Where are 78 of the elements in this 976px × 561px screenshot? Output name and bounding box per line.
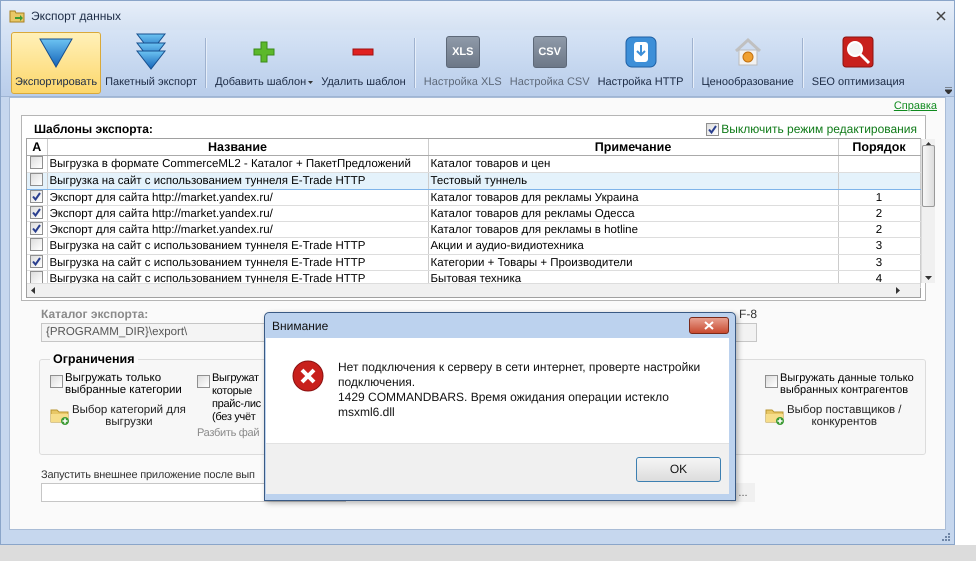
scrollbar-thumb[interactable] (922, 145, 934, 207)
help-link[interactable]: Справка (894, 100, 937, 112)
toolbar-button[interactable]: Добавить шаблон (211, 32, 318, 94)
magnifier-icon (842, 36, 874, 68)
table-cell: 3 (838, 254, 920, 270)
table-cell: Акции и аудио-видиотехника (428, 238, 838, 254)
table-cell: Категории + Товары + Производители (428, 254, 838, 270)
table-cell: 2 (838, 206, 920, 222)
toolbar-button[interactable]: Пакетный экспорт (101, 32, 202, 94)
close-icon (704, 321, 714, 330)
toolbar-button[interactable]: Настройка HTTP (594, 32, 688, 94)
close-icon[interactable] (936, 10, 946, 20)
checkbox[interactable] (30, 190, 44, 203)
error-message: Нет подключения к серверу в сети интернет, проверте настройки подключения. 1429 COMMANDBARS. Время ожидания операции истекло msxml6.dll (338, 360, 700, 421)
scroll-right-icon[interactable] (896, 287, 900, 294)
window-title: Экспорт данных (31, 8, 122, 22)
select-button[interactable]: Выбор категорий для выгрузки (50, 404, 197, 428)
more-icon[interactable] (945, 87, 952, 94)
error-icon (292, 360, 324, 392)
group-title: Ограничения (50, 352, 138, 366)
close-button[interactable] (689, 317, 729, 334)
folder-arrow-icon (9, 8, 25, 22)
table-cell: Выгрузка на сайт с использованием туннеля E-Trade HTTP (47, 172, 428, 190)
checkbox[interactable] (765, 375, 778, 388)
table-cell: 3 (838, 238, 920, 254)
table-cell: Экспорт для сайта http://market.yandex.ru/ (47, 206, 428, 222)
checkbox-label: Выгружать данные только выбранных контрагентов (780, 372, 914, 396)
table-cell: 2 (838, 222, 920, 238)
scroll-down-icon[interactable] (924, 276, 932, 280)
field-label: Каталог экспорта: (41, 307, 148, 321)
caret-icon (308, 80, 314, 84)
option-label: Разбить фай (197, 427, 260, 440)
select-button[interactable]: Выбор поставщиков / конкурентов (765, 404, 921, 428)
download-icon (624, 36, 657, 68)
folder-add-icon (50, 407, 70, 425)
table-cell: Выгрузка на сайт с использованием туннеля E-Trade HTTP (47, 238, 428, 254)
checkbox[interactable] (30, 174, 44, 186)
column-header[interactable]: Примечание (428, 139, 838, 156)
checkbox[interactable] (30, 238, 44, 251)
column-header[interactable]: А (27, 139, 47, 156)
checkbox[interactable] (30, 255, 44, 268)
toolbar-button[interactable]: Удалить шаблон (317, 32, 410, 94)
folder-add-icon (765, 407, 785, 425)
toolbar-button[interactable]: SEO оптимизация (808, 32, 909, 94)
toolbar-button[interactable]: Ценообразование (698, 32, 798, 94)
file-type-icon: XLS (446, 36, 480, 68)
house-icon (732, 36, 763, 66)
table-cell: Экспорт для сайта http://market.yandex.ru/ (47, 222, 428, 238)
checkbox-label: Выгружат которые прайс-лис (без учёт (212, 372, 261, 424)
toolbar-button[interactable]: Экспортировать (11, 32, 102, 94)
column-header[interactable]: Порядок (838, 139, 920, 156)
checkbox-label: Выгружать только выбранные категории (65, 372, 182, 396)
scroll-left-icon[interactable] (31, 287, 35, 294)
table-cell: Выгрузка на сайт с использованием туннеля E-Trade HTTP (47, 254, 428, 270)
checkbox-label: Выключить режим редактирования (721, 122, 917, 136)
field-label: F-8 (739, 307, 757, 321)
minus-icon (352, 48, 374, 56)
resize-grip-icon (942, 533, 950, 541)
table-cell: Каталог товаров для рекламы Украина (428, 190, 838, 206)
stacked-triangles-icon (134, 32, 168, 70)
table-cell: Экспорт для сайта http://market.yandex.ru/ (47, 190, 428, 206)
table-cell: Каталог товаров для рекламы Одесса (428, 206, 838, 222)
checkbox[interactable] (30, 222, 44, 235)
table-cell: 1 (838, 190, 920, 206)
checkbox[interactable] (30, 156, 44, 169)
table-cell: Тестовый туннель (428, 172, 838, 190)
section-title: Шаблоны экспорта: (34, 122, 153, 136)
checkbox[interactable] (197, 375, 210, 388)
file-type-icon: CSV (532, 36, 567, 68)
checkbox[interactable] (30, 271, 44, 284)
checkbox[interactable] (30, 206, 44, 219)
ok-button[interactable]: OK (636, 456, 721, 482)
column-header[interactable]: Название (47, 139, 428, 156)
checkbox[interactable] (50, 375, 63, 388)
plus-icon (253, 40, 276, 62)
table-cell: Каталог товаров для рекламы в hotline (428, 222, 838, 238)
field-label: Запустить внешнее приложение после вып (41, 469, 255, 481)
checkbox[interactable] (706, 122, 720, 136)
